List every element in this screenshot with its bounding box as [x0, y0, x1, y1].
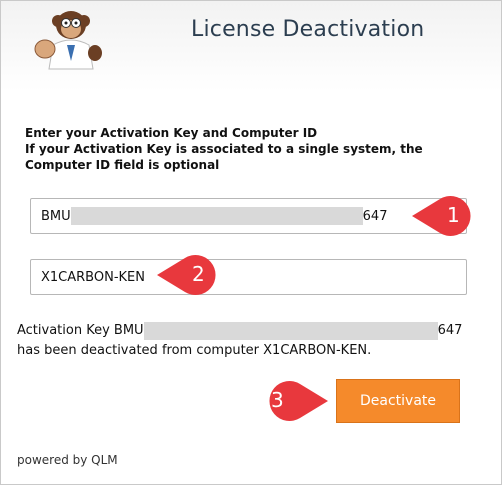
dialog-header: License Deactivation	[1, 1, 501, 91]
callout-2-number: 2	[192, 262, 205, 286]
callout-3-icon	[269, 381, 328, 421]
activation-key-suffix: 647	[362, 208, 388, 224]
result-message: Activation Key BMU 647 has been deactivat…	[17, 321, 487, 361]
result-message-part-1: Activation Key BMU	[17, 323, 144, 338]
dialog-title: License Deactivation	[191, 17, 425, 42]
instructions: Enter your Activation Key and Computer I…	[25, 125, 487, 173]
monkey-logo-icon	[34, 11, 102, 70]
deactivate-button[interactable]: Deactivate	[336, 379, 460, 423]
instructions-line-2: If your Activation Key is associated to …	[25, 142, 423, 172]
powered-by-footer: powered by QLM	[17, 453, 118, 467]
activation-key-input[interactable]: BMU 647	[30, 198, 467, 234]
redacted-block	[70, 207, 363, 225]
callout-1-number: 1	[447, 203, 460, 227]
instructions-line-1: Enter your Activation Key and Computer I…	[25, 126, 318, 140]
activation-key-prefix: BMU	[41, 208, 71, 224]
computer-id-input[interactable]	[30, 259, 467, 295]
redacted-block	[143, 321, 438, 340]
license-dialog: License Deactivation Enter your Activati…	[0, 0, 502, 485]
computer-id-text[interactable]	[41, 269, 456, 285]
callout-3-number: 3	[271, 388, 284, 412]
